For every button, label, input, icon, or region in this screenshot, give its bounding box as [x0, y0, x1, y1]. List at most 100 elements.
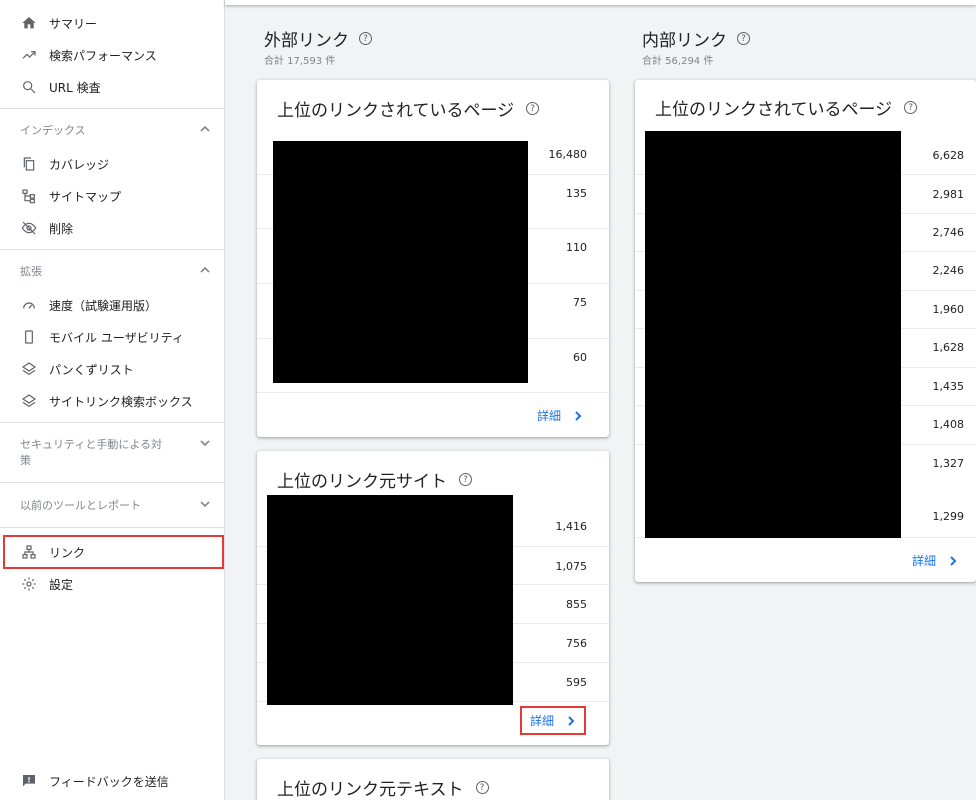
sidebar-item-coverage[interactable]: カバレッジ [0, 148, 225, 180]
sidebar-item-label: モバイル ユーザビリティ [49, 330, 184, 345]
row-count: 16,480 [548, 148, 588, 161]
section-enhancements-header[interactable]: 拡張 [0, 264, 225, 281]
help-icon[interactable]: ? [475, 781, 489, 794]
sidebar-item-label: サイトマップ [49, 189, 122, 204]
row-count: 1,960 [932, 303, 965, 316]
internal-links-total: 合計 56,294 件 [642, 56, 714, 67]
row-count: 1,435 [932, 380, 965, 393]
sidebar-item-label: URL 検査 [49, 80, 101, 95]
chevron-up-icon [199, 264, 211, 281]
redacted-region [267, 495, 513, 705]
gear-icon [20, 575, 38, 593]
row-count: 2,746 [932, 226, 965, 239]
sidebar-item-label: 削除 [49, 221, 74, 236]
sidebar-item-label: 検索パフォーマンス [49, 48, 157, 63]
external-top-pages-card: 上位のリンクされているページ ? 16,480 135 110 75 60 詳細 [257, 80, 609, 437]
sidebar: サマリー 検索パフォーマンス URL 検査 インデックス カバレッジ サイトマッ… [0, 0, 225, 800]
row-count: 75 [573, 296, 587, 309]
row-count: 1,299 [932, 510, 965, 523]
sidebar-item-mobile-usability[interactable]: モバイル ユーザビリティ [0, 321, 225, 353]
card-title-text: 上位のリンク元テキスト [277, 780, 464, 800]
detail-link[interactable]: 詳細 [912, 552, 958, 569]
sidebar-item-removals[interactable]: 削除 [0, 212, 225, 244]
row-count: 6,628 [932, 149, 965, 162]
divider [0, 422, 225, 423]
sidebar-item-label: リンク [49, 545, 86, 560]
eye-off-icon [20, 219, 38, 237]
internal-top-pages-card: 上位のリンクされているページ ? 6,628 2,981 2,746 2,246… [635, 80, 976, 582]
help-icon[interactable]: ? [526, 102, 540, 115]
card-title-text: 上位のリンクされているページ [277, 101, 515, 121]
row-count: 756 [566, 637, 587, 650]
detail-label: 詳細 [911, 554, 936, 568]
layers-icon [20, 392, 38, 410]
sidebar-item-breadcrumbs[interactable]: パンくずリスト [0, 353, 225, 385]
row-count: 1,408 [932, 418, 965, 431]
chevron-right-icon [950, 555, 957, 566]
card-footer: 詳細 [635, 537, 976, 582]
detail-label: 詳細 [529, 714, 554, 728]
section-label: 拡張 [20, 265, 42, 278]
section-index-header[interactable]: インデックス [0, 123, 225, 140]
help-icon[interactable]: ? [359, 32, 372, 45]
sidebar-item-sitelinks-searchbox[interactable]: サイトリンク検索ボックス [0, 385, 225, 417]
card-footer: 詳細 [257, 392, 609, 437]
sidebar-item-label: サイトリンク検索ボックス [49, 394, 193, 409]
speed-icon [20, 296, 38, 314]
copy-icon [20, 155, 38, 173]
card-title: 上位のリンク元テキスト ? [277, 775, 489, 800]
internal-links-title: 内部リンク ? [642, 26, 750, 51]
divider [0, 482, 225, 483]
row-count: 1,075 [555, 560, 588, 573]
feedback-icon [20, 772, 38, 790]
sidebar-item-label: パンくずリスト [49, 362, 134, 377]
help-icon[interactable]: ? [737, 32, 750, 45]
section-security-header[interactable]: セキュリティと手動による対策 [0, 437, 225, 469]
external-top-text-card: 上位のリンク元テキスト ? [257, 759, 609, 800]
row-count: 2,981 [932, 188, 965, 201]
help-icon[interactable]: ? [904, 101, 918, 114]
chevron-up-icon [199, 123, 211, 140]
redacted-region [273, 141, 528, 383]
card-title-text: 上位のリンクされているページ [655, 100, 893, 120]
links-icon [20, 543, 38, 561]
row-count: 60 [573, 351, 587, 364]
card-title: 上位のリンク元サイト ? [277, 467, 472, 492]
section-label: セキュリティと手動による対策 [20, 438, 163, 467]
sidebar-item-summary[interactable]: サマリー [0, 7, 225, 39]
help-icon[interactable]: ? [459, 473, 472, 486]
home-icon [20, 14, 38, 32]
row-count: 1,628 [932, 341, 965, 354]
detail-link[interactable]: 詳細 [537, 407, 583, 424]
section-legacy-header[interactable]: 以前のツールとレポート [0, 498, 225, 515]
sidebar-item-feedback[interactable]: フィードバックを送信 [0, 765, 225, 797]
section-label: 以前のツールとレポート [20, 499, 141, 512]
chevron-right-icon [575, 410, 582, 421]
divider [0, 249, 225, 250]
chevron-right-icon [568, 715, 575, 726]
detail-link[interactable]: 詳細 [519, 706, 586, 735]
sidebar-item-label: フィードバックを送信 [49, 774, 169, 789]
chevron-down-icon [199, 498, 211, 515]
sidebar-item-speed[interactable]: 速度（試験運用版） [0, 289, 225, 321]
chevron-down-icon [199, 437, 211, 454]
sidebar-item-links[interactable]: リンク [3, 535, 224, 569]
sidebar-item-settings[interactable]: 設定 [0, 568, 225, 600]
row-count: 595 [566, 676, 587, 689]
row-count: 110 [566, 241, 587, 254]
sidebar-item-label: カバレッジ [49, 157, 110, 172]
sidebar-item-url-inspection[interactable]: URL 検査 [0, 71, 225, 103]
external-links-title: 外部リンク ? [264, 26, 372, 51]
phone-icon [20, 328, 38, 346]
external-links-total: 合計 17,593 件 [264, 56, 336, 67]
detail-label: 詳細 [536, 409, 561, 423]
sidebar-item-sitemap[interactable]: サイトマップ [0, 180, 225, 212]
card-title: 上位のリンクされているページ ? [655, 95, 918, 120]
column-title-text: 内部リンク [642, 31, 727, 51]
redacted-region [645, 131, 901, 538]
sidebar-item-performance[interactable]: 検索パフォーマンス [0, 39, 225, 71]
divider [0, 527, 225, 528]
card-footer: 詳細 [257, 701, 609, 745]
sidebar-item-label: サマリー [49, 16, 98, 31]
sitemap-icon [20, 187, 38, 205]
